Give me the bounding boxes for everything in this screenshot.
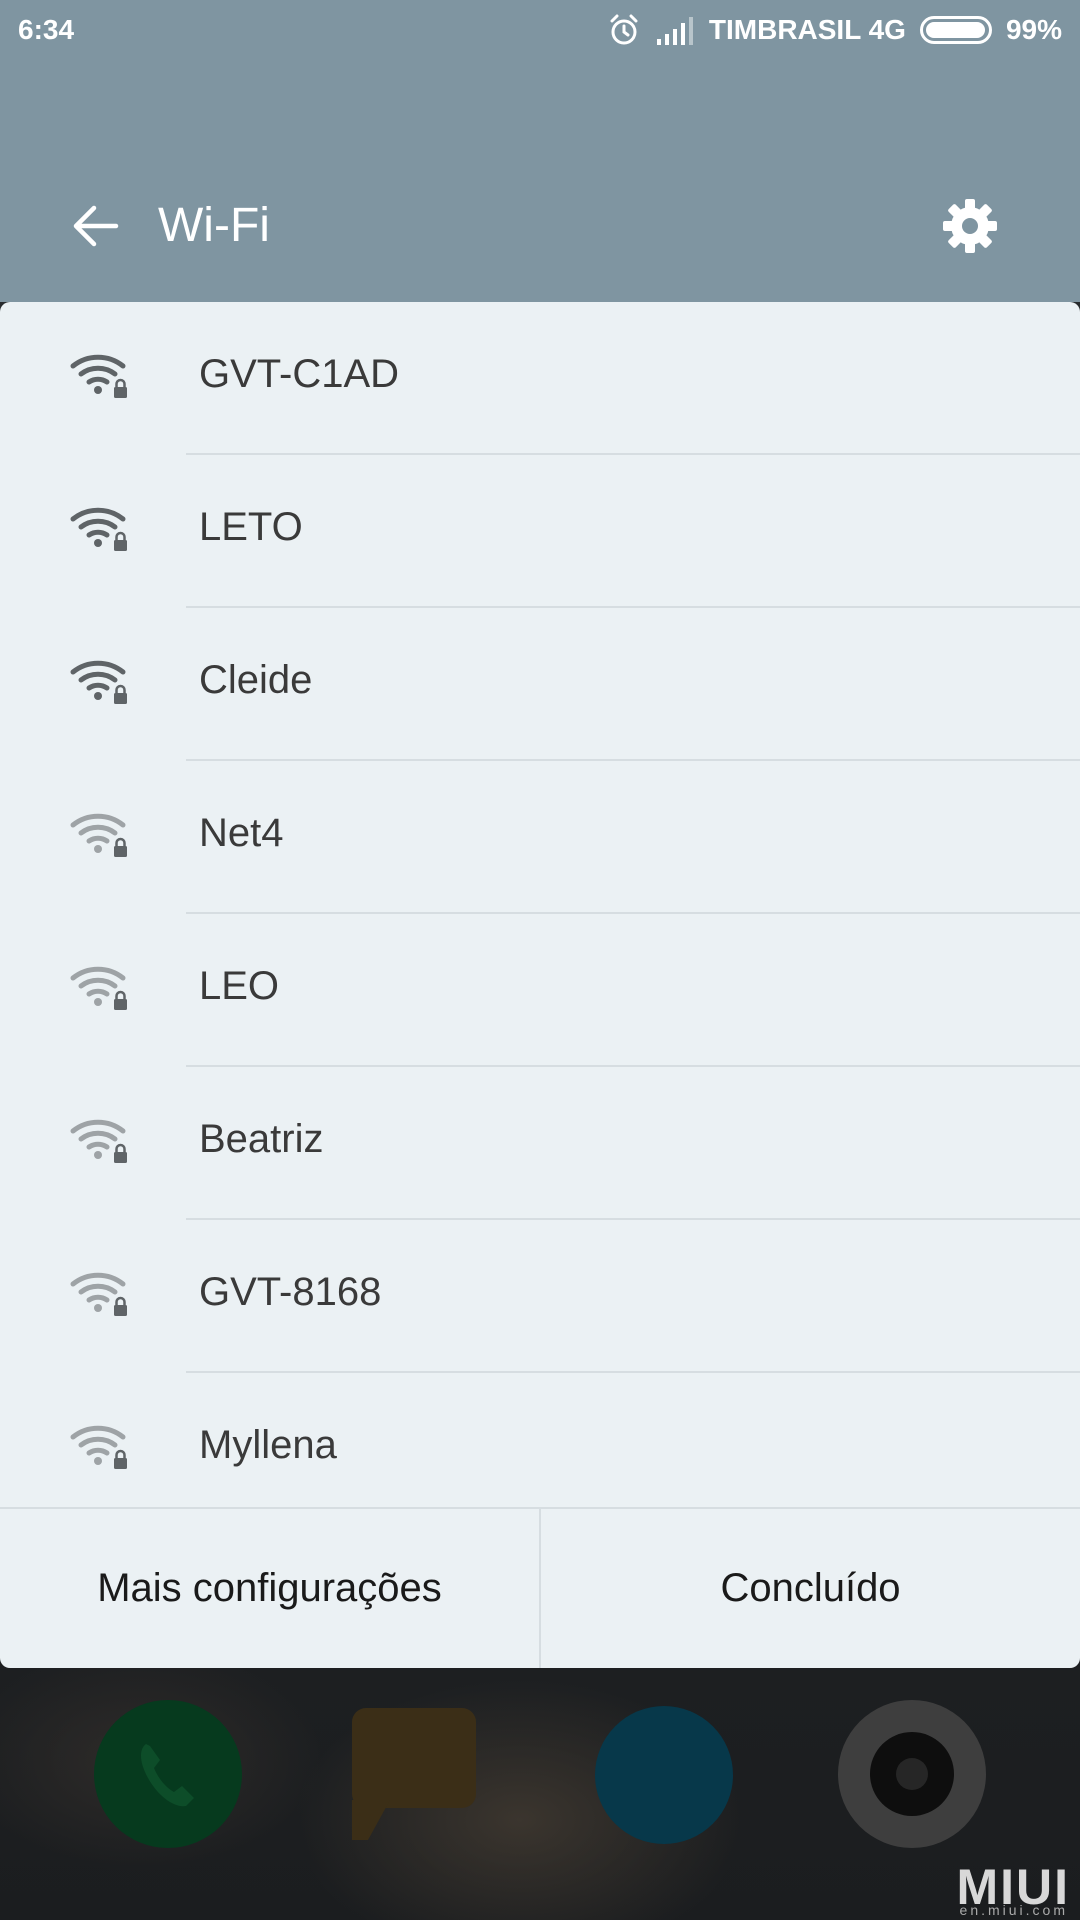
- wifi-network-item[interactable]: Myllena: [0, 1373, 1080, 1507]
- camera-lens-center: [896, 1758, 928, 1790]
- arrow-left-icon[interactable]: [70, 202, 122, 250]
- wifi-weak-locked-icon: [70, 1117, 130, 1167]
- wifi-network-item[interactable]: LETO: [0, 455, 1080, 608]
- phone-app-icon[interactable]: [94, 1700, 242, 1848]
- sheet-footer: Mais configurações Concluído: [0, 1507, 1080, 1668]
- battery-percentage: 99%: [1005, 14, 1062, 45]
- wifi-network-list[interactable]: GVT-C1AD LETO Cleide Net4 LEO Beatriz GVT-8168…: [0, 302, 1080, 1507]
- alarm-icon: [610, 14, 638, 45]
- wifi-network-name: GVT-C1AD: [199, 352, 400, 396]
- wifi-network-item[interactable]: GVT-8168: [0, 1220, 1080, 1373]
- wifi-network-name: LEO: [199, 964, 280, 1008]
- wifi-strong-locked-icon: [70, 352, 130, 402]
- wifi-weak-locked-icon: [70, 964, 130, 1014]
- wifi-network-name: GVT-8168: [199, 1270, 382, 1314]
- signal-icon: [656, 17, 693, 45]
- message-bubble-tail: [352, 1800, 390, 1840]
- camera-app-icon[interactable]: [838, 1700, 986, 1848]
- wifi-network-item[interactable]: Beatriz: [0, 1067, 1080, 1220]
- wifi-network-item[interactable]: Cleide: [0, 608, 1080, 761]
- wifi-network-name: Net4: [199, 811, 284, 855]
- wifi-sheet: GVT-C1AD LETO Cleide Net4 LEO Beatriz GVT-8168…: [0, 302, 1080, 1668]
- wifi-weak-locked-icon: [70, 811, 130, 861]
- status-time: 6:34: [18, 14, 75, 45]
- wifi-strong-locked-icon: [70, 658, 130, 708]
- miui-watermark-site: en.miui.com: [959, 1902, 1068, 1918]
- wifi-network-name: Beatriz: [199, 1117, 324, 1161]
- more-settings-button[interactable]: Mais configurações: [0, 1509, 539, 1668]
- wifi-network-name: LETO: [199, 505, 303, 549]
- status-bar: 6:34 TIMBRASIL 4G 99%: [0, 0, 1080, 60]
- carrier-label: TIMBRASIL 4G: [708, 14, 906, 45]
- page-title: Wi-Fi: [158, 199, 270, 252]
- battery-level-fill: [925, 22, 986, 38]
- browser-app-icon[interactable]: [595, 1706, 733, 1844]
- phone-icon: [141, 1744, 194, 1807]
- status-indicators: TIMBRASIL 4G 99%: [607, 8, 1062, 52]
- gear-icon[interactable]: [940, 196, 1000, 256]
- wifi-weak-locked-icon: [70, 1270, 130, 1320]
- wifi-weak-locked-icon: [70, 1423, 130, 1473]
- wifi-network-item[interactable]: Net4: [0, 761, 1080, 914]
- wifi-network-name: Myllena: [199, 1423, 337, 1467]
- wifi-network-item[interactable]: GVT-C1AD: [0, 302, 1080, 455]
- toolbar: Wi-Fi: [0, 180, 1080, 270]
- wifi-network-item[interactable]: LEO: [0, 914, 1080, 1067]
- done-button[interactable]: Concluído: [541, 1509, 1080, 1668]
- wifi-strong-locked-icon: [70, 505, 130, 555]
- messages-app-icon[interactable]: [352, 1708, 476, 1808]
- wifi-network-name: Cleide: [199, 658, 313, 702]
- battery-icon: [919, 16, 992, 44]
